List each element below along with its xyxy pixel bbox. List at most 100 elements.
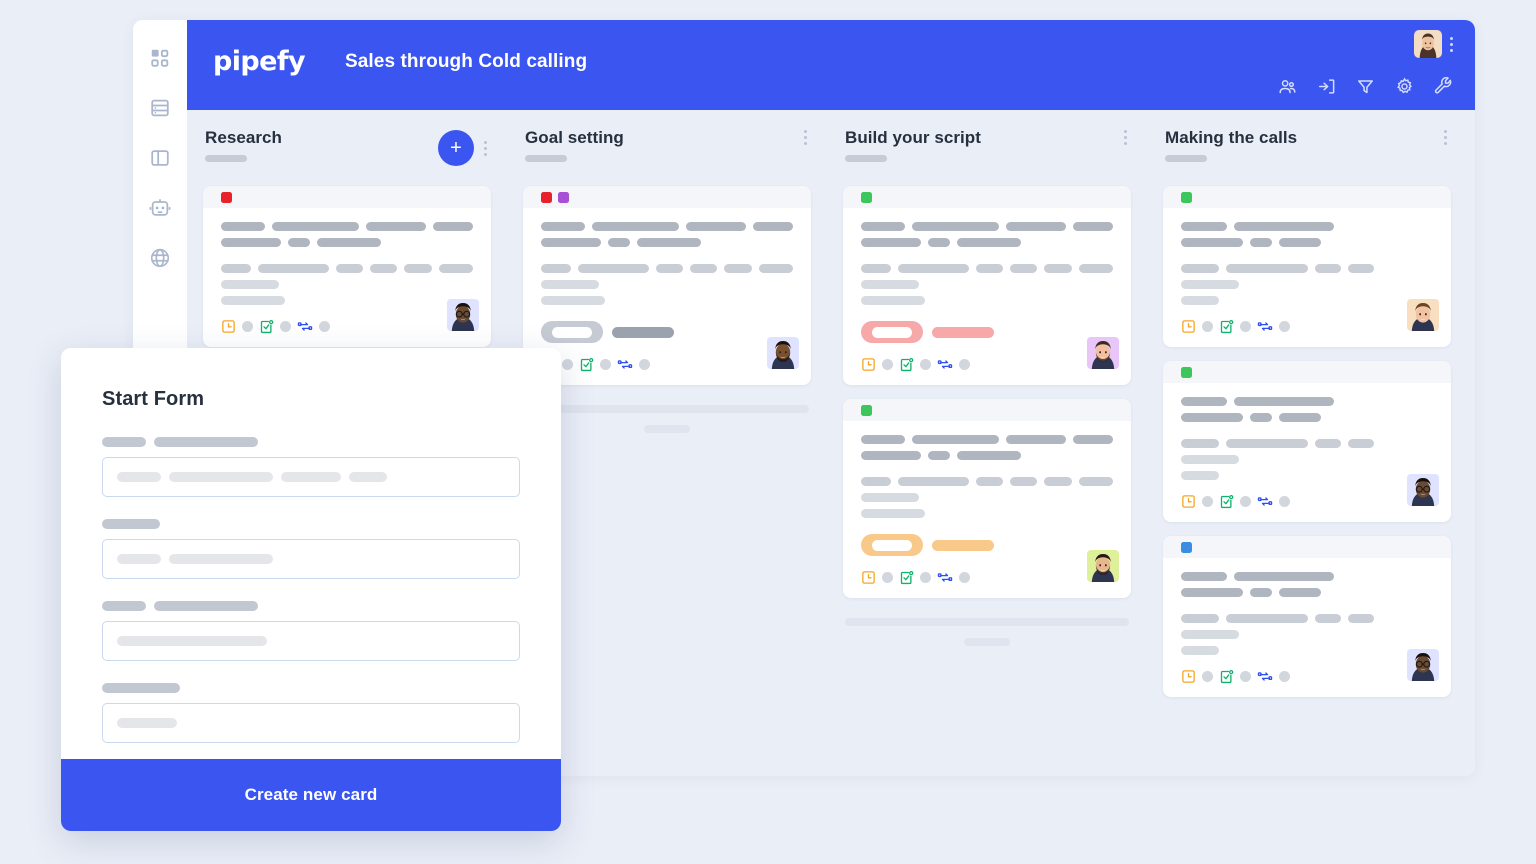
skeleton-row: [1181, 439, 1433, 448]
add-card-button[interactable]: +: [438, 130, 474, 166]
calendar-check-green-icon[interactable]: [1219, 494, 1234, 509]
card-label-tag[interactable]: [861, 404, 872, 416]
board-card[interactable]: [843, 186, 1131, 385]
settings-icon[interactable]: [1395, 77, 1414, 96]
sidebar-item-dashboard[interactable]: [148, 46, 172, 70]
clock-orange-icon[interactable]: [861, 570, 876, 585]
skeleton-bar: [957, 238, 1021, 247]
board-card[interactable]: [203, 186, 491, 347]
flow-blue-icon[interactable]: [1257, 669, 1273, 684]
card-label-tag[interactable]: [541, 191, 552, 203]
column-header: Goal setting: [523, 128, 811, 186]
board-card[interactable]: [1163, 361, 1451, 522]
avatar[interactable]: [1414, 30, 1442, 58]
column-footer-placeholder: [843, 612, 1131, 646]
sidebar-item-database[interactable]: [148, 96, 172, 120]
skeleton-bar: [637, 238, 701, 247]
calendar-check-green-icon[interactable]: [899, 570, 914, 585]
form-input-3[interactable]: [102, 621, 520, 661]
card-tag-strip: [523, 186, 811, 208]
card-label-tag[interactable]: [221, 191, 232, 203]
pipefy-logo[interactable]: pipefy: [213, 48, 306, 75]
filter-icon[interactable]: [1356, 77, 1375, 96]
calendar-check-green-icon[interactable]: [1219, 669, 1234, 684]
create-new-card-button[interactable]: Create new card: [61, 759, 561, 831]
board-card[interactable]: [1163, 186, 1451, 347]
flow-blue-icon[interactable]: [937, 357, 953, 372]
meta-dot: [242, 321, 253, 332]
column-more-options-icon[interactable]: [1124, 130, 1127, 145]
clock-orange-icon[interactable]: [1181, 669, 1196, 684]
skeleton-bar: [1226, 439, 1308, 448]
clock-orange-icon[interactable]: [861, 357, 876, 372]
skeleton-bar: [1181, 646, 1219, 655]
card-label-tag[interactable]: [1181, 191, 1192, 203]
calendar-check-green-icon[interactable]: [1219, 319, 1234, 334]
skeleton-bar: [897, 477, 970, 486]
form-input-4[interactable]: [102, 703, 520, 743]
topbar-more-options-icon[interactable]: [1450, 36, 1453, 52]
card-detail-block: [1181, 614, 1433, 655]
sidebar-item-layout[interactable]: [148, 146, 172, 170]
card-detail-block: [1181, 264, 1433, 305]
card-assignee-avatar[interactable]: [1407, 474, 1439, 506]
card-body: [1163, 208, 1451, 347]
form-input-2[interactable]: [102, 539, 520, 579]
clock-orange-icon[interactable]: [1181, 319, 1196, 334]
card-label-tag[interactable]: [558, 191, 569, 203]
meta-dot: [639, 359, 650, 370]
members-icon[interactable]: [1278, 77, 1297, 96]
skeleton-row: [1181, 413, 1433, 422]
column-more-options-icon[interactable]: [804, 130, 807, 145]
calendar-check-green-icon[interactable]: [579, 357, 594, 372]
card-status-badge[interactable]: [861, 321, 923, 343]
card-assignee-avatar[interactable]: [1087, 550, 1119, 582]
skeleton-row: [1181, 588, 1433, 597]
import-icon[interactable]: [1317, 77, 1336, 96]
board-card[interactable]: [523, 186, 811, 385]
column-more-options-icon[interactable]: [484, 140, 487, 156]
card-detail-block: [861, 264, 1113, 305]
skeleton-row: [861, 477, 1113, 486]
flow-blue-icon[interactable]: [617, 357, 633, 372]
skeleton-row: [1181, 646, 1433, 655]
clock-orange-icon[interactable]: [221, 319, 236, 334]
card-assignee-avatar[interactable]: [1407, 649, 1439, 681]
flow-blue-icon[interactable]: [1257, 319, 1273, 334]
column-header: Build your script: [843, 128, 1131, 186]
skeleton-bar: [577, 264, 650, 273]
skeleton-bar: [957, 451, 1021, 460]
column-header: Making the calls: [1163, 128, 1451, 186]
column-footer-handle: [644, 425, 690, 433]
board-card[interactable]: [1163, 536, 1451, 697]
skeleton-row: [861, 280, 1113, 289]
field-label-placeholder: [154, 437, 258, 447]
board-card[interactable]: [843, 399, 1131, 598]
column-more-options-icon[interactable]: [1444, 130, 1447, 145]
card-status-badge[interactable]: [861, 534, 923, 556]
calendar-check-green-icon[interactable]: [259, 319, 274, 334]
flow-blue-icon[interactable]: [1257, 494, 1273, 509]
card-assignee-avatar[interactable]: [1407, 299, 1439, 331]
flow-blue-icon[interactable]: [297, 319, 313, 334]
flow-blue-icon[interactable]: [937, 570, 953, 585]
card-assignee-avatar[interactable]: [447, 299, 479, 331]
card-meta-row: [861, 357, 1113, 372]
card-label-tag[interactable]: [861, 191, 872, 203]
sidebar-item-public[interactable]: [148, 246, 172, 270]
clock-orange-icon[interactable]: [1181, 494, 1196, 509]
skeleton-bar: [272, 222, 359, 231]
card-assignee-avatar[interactable]: [767, 337, 799, 369]
sidebar-item-automations[interactable]: [148, 196, 172, 220]
skeleton-bar: [758, 264, 793, 273]
card-label-tag[interactable]: [1181, 366, 1192, 378]
card-label-tag[interactable]: [1181, 541, 1192, 553]
card-status-badge[interactable]: [541, 321, 603, 343]
form-input-1[interactable]: [102, 457, 520, 497]
calendar-check-green-icon[interactable]: [899, 357, 914, 372]
skeleton-bar: [1072, 222, 1113, 231]
wrench-icon[interactable]: [1434, 77, 1453, 96]
skeleton-row: [861, 238, 1113, 247]
card-meta-row: [1181, 669, 1433, 684]
card-assignee-avatar[interactable]: [1087, 337, 1119, 369]
